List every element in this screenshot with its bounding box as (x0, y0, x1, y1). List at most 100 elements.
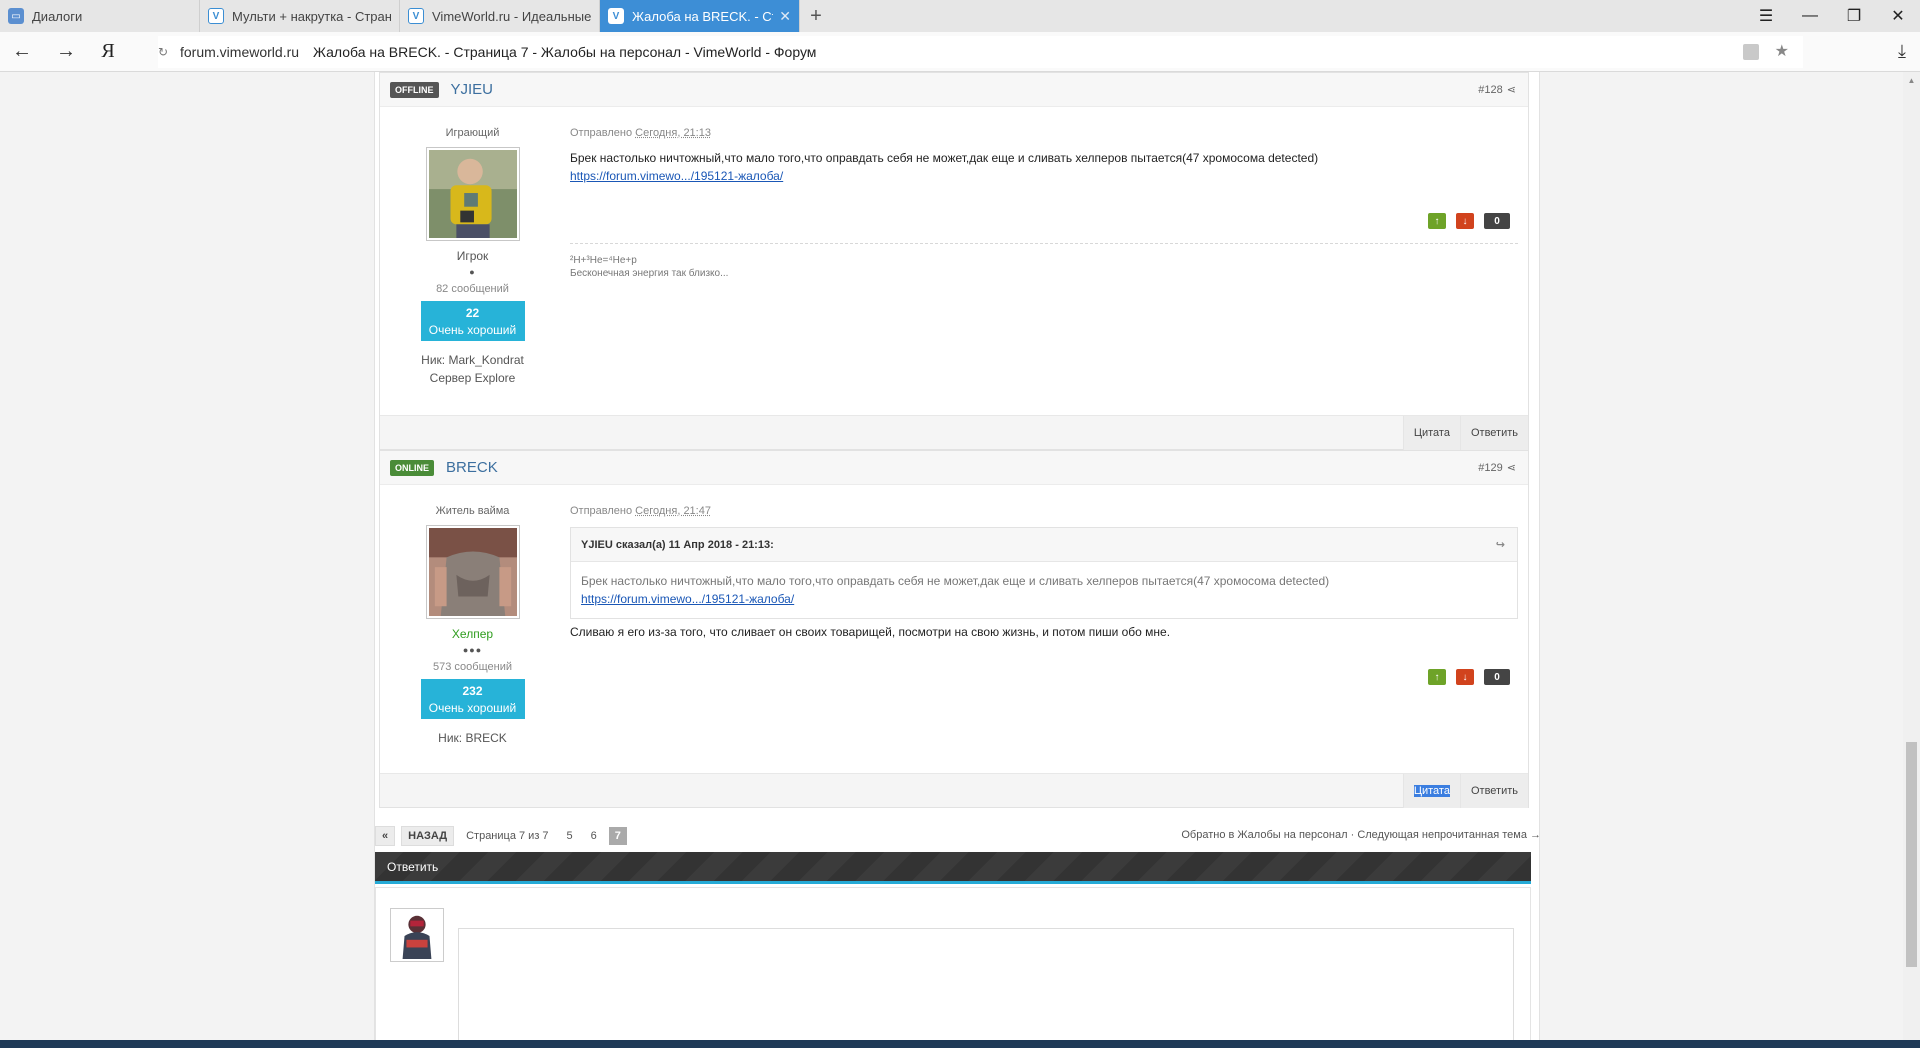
reputation-badge: 22 Очень хороший (420, 301, 525, 341)
forward-arrow-icon[interactable]: → (44, 32, 88, 72)
download-icon[interactable]: ⤓ (1898, 41, 1906, 62)
post-text: Сливаю я его из-за того, что сливает он … (570, 625, 1171, 639)
reply-editor[interactable] (458, 928, 1514, 1046)
user-group: Житель вайма (435, 505, 510, 517)
close-tab-icon[interactable]: ✕ (779, 8, 791, 25)
post-author[interactable]: YJIEU (451, 81, 494, 98)
post-body: Отправлено Сегодня, 21:47 YJIEU сказал(а… (570, 505, 1518, 763)
user-info: Играющий Игрок ● 82 сообщений 22 Очень х… (380, 127, 565, 387)
post-number[interactable]: #128 ⋖ (1478, 83, 1516, 96)
lock-icon[interactable] (1743, 43, 1759, 60)
quote-button-label: Цитата (1413, 785, 1450, 797)
rank-pips: ●●● (462, 645, 483, 655)
page-link-5[interactable]: 5 (561, 827, 579, 845)
my-avatar-image (393, 911, 441, 959)
post-footer: Цитата Ответить (380, 415, 1528, 450)
user-rank: Игрок (456, 249, 489, 263)
tab-complaint-breck[interactable]: V Жалоба на BRECK. - Стра ✕ (600, 0, 800, 32)
vimeworld-icon: V (408, 8, 424, 24)
vote-controls: ↑ ↓ 0 (1428, 669, 1510, 685)
post-author[interactable]: BRECK (446, 459, 498, 476)
rank-pips: ● (469, 267, 476, 277)
avatar[interactable] (425, 525, 520, 619)
post-header: ONLINE BRECK #129 ⋖ (380, 451, 1528, 485)
post-128: OFFLINE YJIEU #128 ⋖ Играющий Игрок ● 82 … (379, 72, 1529, 450)
url-page-title: Жалоба на BRECK. - Страница 7 - Жалобы н… (313, 43, 817, 60)
tab-title: Мульти + накрутка - Стран (232, 8, 391, 24)
quote-body: Брек настолько ничтожный,что мало того,ч… (571, 562, 1517, 618)
quote-jump-icon[interactable]: ↪ (1496, 538, 1505, 551)
url-field[interactable]: ↻ forum.vimeworld.ru Жалоба на BRECK. - … (158, 35, 1803, 68)
minimize-icon[interactable]: — (1788, 0, 1832, 32)
prev-page-button[interactable]: « (375, 826, 396, 846)
menu-icon[interactable]: ☰ (1744, 0, 1788, 32)
new-tab-button[interactable]: + (800, 0, 832, 32)
page-scrollbar[interactable]: ▲ (1903, 72, 1920, 1042)
server-label: Сервер (429, 371, 472, 385)
avatar-image (428, 150, 517, 238)
vote-count: 0 (1484, 669, 1510, 685)
topic-nav: Обратно в Жалобы на персонал · Следующая… (1181, 829, 1541, 841)
address-bar: ← → Я ↻ forum.vimeworld.ru Жалоба на BRE… (0, 32, 1920, 72)
quote-block: YJIEU сказал(а) 11 Апр 2018 - 21:13: ↪ Б… (570, 527, 1518, 619)
nav-separator: · (1350, 829, 1355, 841)
window-controls: ☰ — ❐ ✕ (1744, 0, 1920, 32)
signature: ²H+³He=⁴He+p Бесконечная энергия так бли… (570, 243, 1518, 280)
restore-icon[interactable]: ❐ (1832, 0, 1876, 32)
post-link[interactable]: https://forum.vimewo.../195121-жалоба/ (570, 169, 783, 183)
server-value: Explore (474, 371, 516, 385)
posted-date: Отправлено Сегодня, 21:47 (570, 505, 1518, 517)
tab-vimeworld[interactable]: V VimeWorld.ru - Идеальные (400, 0, 600, 32)
share-icon[interactable]: ⋖ (1507, 84, 1516, 96)
quote-link[interactable]: https://forum.vimewo.../195121-жалоба/ (581, 592, 794, 606)
quote-author: YJIEU сказал(а) 11 Апр 2018 - 21:13: (581, 538, 774, 551)
signature-line: Бесконечная энергия так близко... (570, 268, 729, 279)
back-to-forum-link[interactable]: Обратно в Жалобы на персонал (1181, 829, 1347, 841)
tab-multi[interactable]: V Мульти + накрутка - Стран (200, 0, 400, 32)
dialog-icon: ▭ (8, 8, 24, 24)
vote-down-icon[interactable]: ↓ (1456, 669, 1474, 685)
vote-up-icon[interactable]: ↑ (1428, 213, 1446, 229)
page-current: 7 (608, 827, 627, 845)
scrollbar-thumb[interactable] (1906, 742, 1917, 967)
close-window-icon[interactable]: ✕ (1876, 0, 1920, 32)
avatar-image (428, 528, 517, 616)
reply-button[interactable]: Ответить (1459, 774, 1528, 808)
user-rank: Хелпер (451, 627, 494, 641)
back-button[interactable]: НАЗАД (401, 826, 455, 846)
vimeworld-icon: V (208, 8, 224, 24)
reputation-value: 22 (465, 306, 480, 320)
posted-label: Отправлено (570, 505, 633, 517)
tab-dialogs[interactable]: ▭ Диалоги (0, 0, 200, 32)
post-body: Отправлено Сегодня, 21:13 Брек настолько… (570, 127, 1518, 405)
scroll-up-icon[interactable]: ▲ (1903, 72, 1920, 89)
reply-button[interactable]: Ответить (1459, 416, 1528, 450)
yandex-logo-icon[interactable]: Я (88, 40, 128, 63)
posted-time[interactable]: Сегодня, 21:13 (635, 127, 711, 139)
nick-label: Ник: (421, 353, 446, 367)
vote-down-icon[interactable]: ↓ (1456, 213, 1474, 229)
status-badge: ONLINE (390, 459, 435, 476)
reload-icon[interactable]: ↻ (158, 45, 180, 59)
vote-controls: ↑ ↓ 0 (1428, 213, 1510, 229)
back-arrow-icon[interactable]: ← (0, 32, 44, 72)
user-meta: Ник: BRECK (380, 729, 565, 747)
url-domain: forum.vimeworld.ru (180, 43, 300, 60)
avatar[interactable] (425, 147, 520, 241)
star-icon[interactable]: ★ (1775, 41, 1789, 61)
share-icon[interactable]: ⋖ (1507, 462, 1516, 474)
vote-up-icon[interactable]: ↑ (1428, 669, 1446, 685)
page-info[interactable]: Страница 7 из 7 (460, 827, 554, 845)
page-link-6[interactable]: 6 (585, 827, 603, 845)
posted-time[interactable]: Сегодня, 21:47 (635, 505, 711, 517)
posted-date: Отправлено Сегодня, 21:13 (570, 127, 1518, 139)
post-number[interactable]: #129 ⋖ (1478, 461, 1516, 474)
user-group: Играющий (445, 127, 500, 139)
nick-value: Mark_Kondrat (448, 353, 524, 367)
post-number-label: #129 (1478, 462, 1503, 474)
next-unread-link[interactable]: Следующая непрочитанная тема → (1357, 829, 1541, 841)
quote-button[interactable]: Цитата (1402, 416, 1460, 450)
forum-content: OFFLINE YJIEU #128 ⋖ Играющий Игрок ● 82 … (374, 72, 1541, 1047)
post-header: OFFLINE YJIEU #128 ⋖ (380, 73, 1528, 107)
quote-button[interactable]: Цитата (1402, 774, 1460, 808)
